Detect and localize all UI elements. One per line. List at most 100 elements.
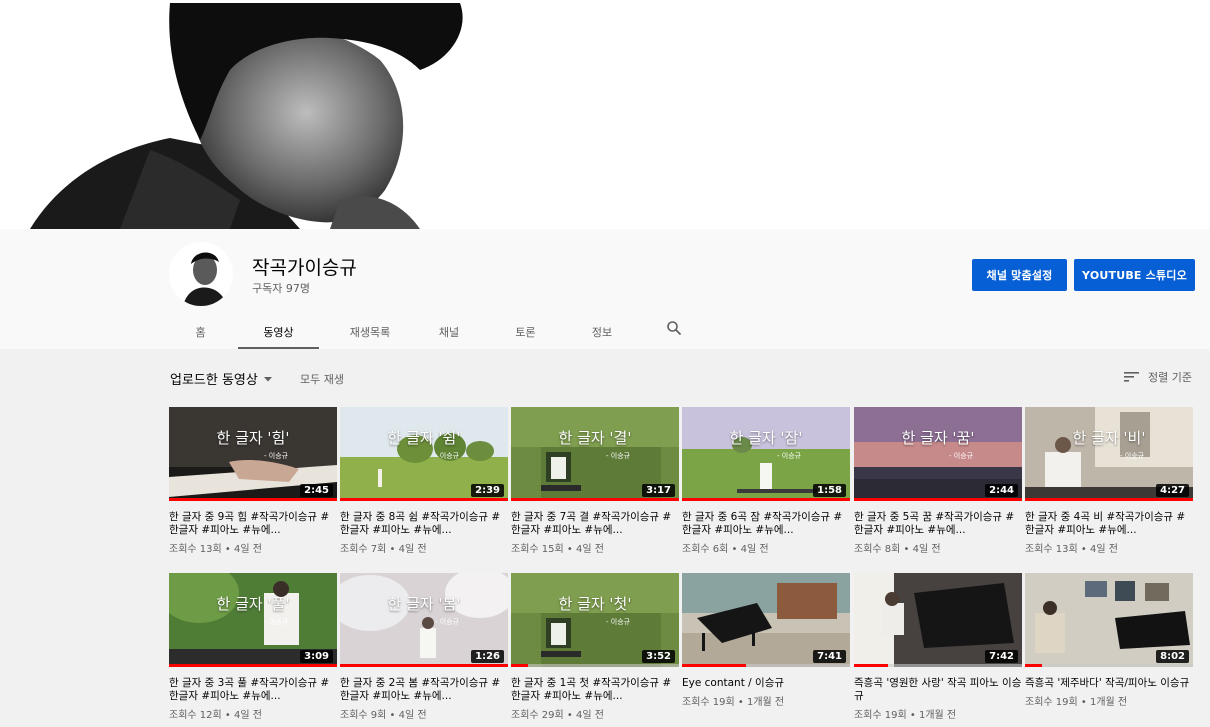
channel-name: 작곡가이승규: [252, 257, 357, 279]
channel-avatar[interactable]: [169, 242, 233, 306]
video-duration: 3:09: [300, 650, 333, 663]
sort-by-button[interactable]: 정렬 기준: [1124, 369, 1192, 385]
watch-progress-track: [1025, 498, 1193, 501]
video-meta: 조회수 8회 • 4일 전: [854, 544, 941, 555]
video-duration: 3:17: [642, 484, 675, 497]
video-duration: 7:42: [985, 650, 1018, 663]
video-title[interactable]: 한 글자 중 6곡 잠 #작곡가이승규 #한글자 #피아노 #뉴에...: [682, 511, 850, 537]
video-title[interactable]: Eye contant / 이승규: [682, 677, 850, 690]
tab-home[interactable]: 홈: [163, 317, 238, 349]
video-thumbnail[interactable]: 7:41: [682, 573, 850, 667]
customize-channel-button[interactable]: 채널 맞춤설정: [972, 259, 1067, 291]
video-title[interactable]: 한 글자 중 8곡 쉼 #작곡가이승규 #한글자 #피아노 #뉴에...: [340, 511, 508, 537]
video-title[interactable]: 한 글자 중 1곡 첫 #작곡가이승규 #한글자 #피아노 #뉴에...: [511, 677, 679, 703]
video-thumbnail[interactable]: 7:42: [854, 573, 1022, 667]
video-thumbnail[interactable]: 한 글자 '잠' - 이승규 1:58: [682, 407, 850, 501]
video-meta: 조회수 9회 • 4일 전: [340, 710, 427, 721]
watch-progress-fill: [854, 498, 1022, 501]
video-card[interactable]: 한 글자 '비' - 이승규 4:27 한 글자 중 4곡 비 #작곡가이승규 #한글…: [1025, 407, 1193, 555]
channel-header: 작곡가이승규 구독자 97명 채널 맞춤설정 YOUTUBE 스튜디오 홈 동영…: [0, 229, 1210, 349]
uploads-dropdown[interactable]: 업로드한 동영상: [170, 369, 274, 388]
thumbnail-caption: 한 글자 '쉼': [387, 429, 461, 447]
thumbnail-caption: 한 글자 '결': [558, 429, 632, 447]
video-card[interactable]: 한 글자 '힘' - 이승규 2:45 한 글자 중 9곡 힘 #작곡가이승규 #한글…: [169, 407, 337, 555]
thumbnail-subcaption: - 이승규: [264, 618, 289, 626]
video-card[interactable]: 7:41 Eye contant / 이승규 조회수 19회 • 1개월 전: [682, 573, 850, 708]
tab-channels[interactable]: 채널: [421, 317, 477, 349]
subscriber-count: 구독자 97명: [252, 282, 310, 295]
video-thumbnail[interactable]: 한 글자 '비' - 이승규 4:27: [1025, 407, 1193, 501]
watch-progress-track: [1025, 664, 1193, 667]
video-title[interactable]: 즉흥곡 '제주바다' 작곡/피아노 이승규: [1025, 677, 1193, 690]
tab-about[interactable]: 정보: [574, 317, 630, 349]
thumbnail-caption: 한 글자 '첫': [558, 595, 632, 613]
video-card[interactable]: 한 글자 '봄' - 이승규 1:26 한 글자 중 2곡 봄 #작곡가이승규 #한글…: [340, 573, 508, 721]
video-card[interactable]: 7:42 즉흥곡 '영원한 사랑' 작곡 피아노 이승규조회수 19회 • 1개월…: [854, 573, 1022, 721]
watch-progress-fill: [854, 664, 888, 667]
watch-progress-track: [511, 664, 679, 667]
video-card[interactable]: 8:02 즉흥곡 '제주바다' 작곡/피아노 이승규 조회수 19회 • 1개월 전: [1025, 573, 1193, 708]
tab-playlists[interactable]: 재생목록: [319, 317, 421, 349]
sort-by-label: 정렬 기준: [1148, 371, 1192, 384]
youtube-studio-button[interactable]: YOUTUBE 스튜디오: [1074, 259, 1195, 291]
video-duration: 2:45: [300, 484, 333, 497]
video-meta: 조회수 6회 • 4일 전: [682, 544, 769, 555]
video-title[interactable]: 한 글자 중 3곡 풀 #작곡가이승규 #한글자 #피아노 #뉴에...: [169, 677, 337, 703]
video-duration: 1:58: [813, 484, 846, 497]
watch-progress-fill: [169, 498, 337, 501]
video-thumbnail[interactable]: 한 글자 '풀' - 이승규 3:09: [169, 573, 337, 667]
video-title[interactable]: 즉흥곡 '영원한 사랑' 작곡 피아노 이승규: [854, 677, 1022, 703]
watch-progress-track: [169, 498, 337, 501]
video-duration: 8:02: [1156, 650, 1189, 663]
video-title[interactable]: 한 글자 중 4곡 비 #작곡가이승규 #한글자 #피아노 #뉴에...: [1025, 511, 1193, 537]
watch-progress-fill: [169, 664, 337, 667]
video-thumbnail[interactable]: 한 글자 '꿈' - 이승규 2:44: [854, 407, 1022, 501]
video-card[interactable]: 한 글자 '잠' - 이승규 1:58 한 글자 중 6곡 잠 #작곡가이승규 #한글…: [682, 407, 850, 555]
video-thumbnail[interactable]: 한 글자 '결' - 이승규 3:17: [511, 407, 679, 501]
banner-image: [0, 0, 1210, 229]
thumbnail-subcaption: - 이승규: [435, 452, 460, 460]
thumbnail-caption: 한 글자 '꿈': [901, 429, 975, 447]
video-title[interactable]: 한 글자 중 9곡 힘 #작곡가이승규 #한글자 #피아노 #뉴에...: [169, 511, 337, 537]
video-meta: 조회수 7회 • 4일 전: [340, 544, 427, 555]
video-card[interactable]: 한 글자 '첫' - 이승규 3:52 한 글자 중 1곡 첫 #작곡가이승규 #한글…: [511, 573, 679, 721]
video-duration: 7:41: [813, 650, 846, 663]
video-meta: 조회수 29회 • 4일 전: [511, 710, 604, 721]
thumbnail-subcaption: - 이승규: [1120, 452, 1145, 460]
watch-progress-fill: [340, 498, 508, 501]
video-duration: 1:26: [471, 650, 504, 663]
thumbnail-subcaption: - 이승규: [606, 452, 631, 460]
sort-icon: [1124, 372, 1139, 382]
watch-progress-track: [340, 498, 508, 501]
video-filter-bar: 업로드한 동영상 모두 재생 정렬 기준: [0, 362, 1210, 394]
video-card[interactable]: 한 글자 '풀' - 이승규 3:09 한 글자 중 3곡 풀 #작곡가이승규 #한글…: [169, 573, 337, 721]
video-card[interactable]: 한 글자 '꿈' - 이승규 2:44 한 글자 중 5곡 꿈 #작곡가이승규 #한글…: [854, 407, 1022, 555]
play-all-link[interactable]: 모두 재생: [300, 371, 344, 387]
video-thumbnail[interactable]: 한 글자 '봄' - 이승규 1:26: [340, 573, 508, 667]
thumbnail-caption: 한 글자 '봄': [387, 595, 461, 613]
video-title[interactable]: 한 글자 중 7곡 결 #작곡가이승규 #한글자 #피아노 #뉴에...: [511, 511, 679, 537]
watch-progress-track: [340, 664, 508, 667]
video-thumbnail[interactable]: 한 글자 '힘' - 이승규 2:45: [169, 407, 337, 501]
video-title[interactable]: 한 글자 중 2곡 봄 #작곡가이승규 #한글자 #피아노 #뉴에...: [340, 677, 508, 703]
watch-progress-track: [169, 664, 337, 667]
video-thumbnail[interactable]: 한 글자 '첫' - 이승규 3:52: [511, 573, 679, 667]
video-thumbnail[interactable]: 한 글자 '쉼' - 이승규 2:39: [340, 407, 508, 501]
thumbnail-subcaption: - 이승규: [949, 452, 974, 460]
tab-videos[interactable]: 동영상: [238, 317, 319, 349]
video-card[interactable]: 한 글자 '결' - 이승규 3:17 한 글자 중 7곡 결 #작곡가이승규 #한글…: [511, 407, 679, 555]
watch-progress-fill: [682, 498, 850, 501]
video-meta: 조회수 19회 • 1개월 전: [854, 710, 957, 721]
video-meta: 조회수 15회 • 4일 전: [511, 544, 604, 555]
watch-progress-fill: [1025, 664, 1042, 667]
tab-discussion[interactable]: 토론: [477, 317, 574, 349]
video-meta: 조회수 13회 • 4일 전: [1025, 544, 1118, 555]
video-title[interactable]: 한 글자 중 5곡 꿈 #작곡가이승규 #한글자 #피아노 #뉴에...: [854, 511, 1022, 537]
search-icon[interactable]: [654, 317, 694, 349]
caret-down-icon: [263, 376, 272, 381]
thumbnail-subcaption: - 이승규: [264, 452, 289, 460]
watch-progress-track: [854, 664, 1022, 667]
video-card[interactable]: 한 글자 '쉼' - 이승규 2:39 한 글자 중 8곡 쉼 #작곡가이승규 #한글…: [340, 407, 508, 555]
video-thumbnail[interactable]: 8:02: [1025, 573, 1193, 667]
watch-progress-track: [682, 664, 850, 667]
